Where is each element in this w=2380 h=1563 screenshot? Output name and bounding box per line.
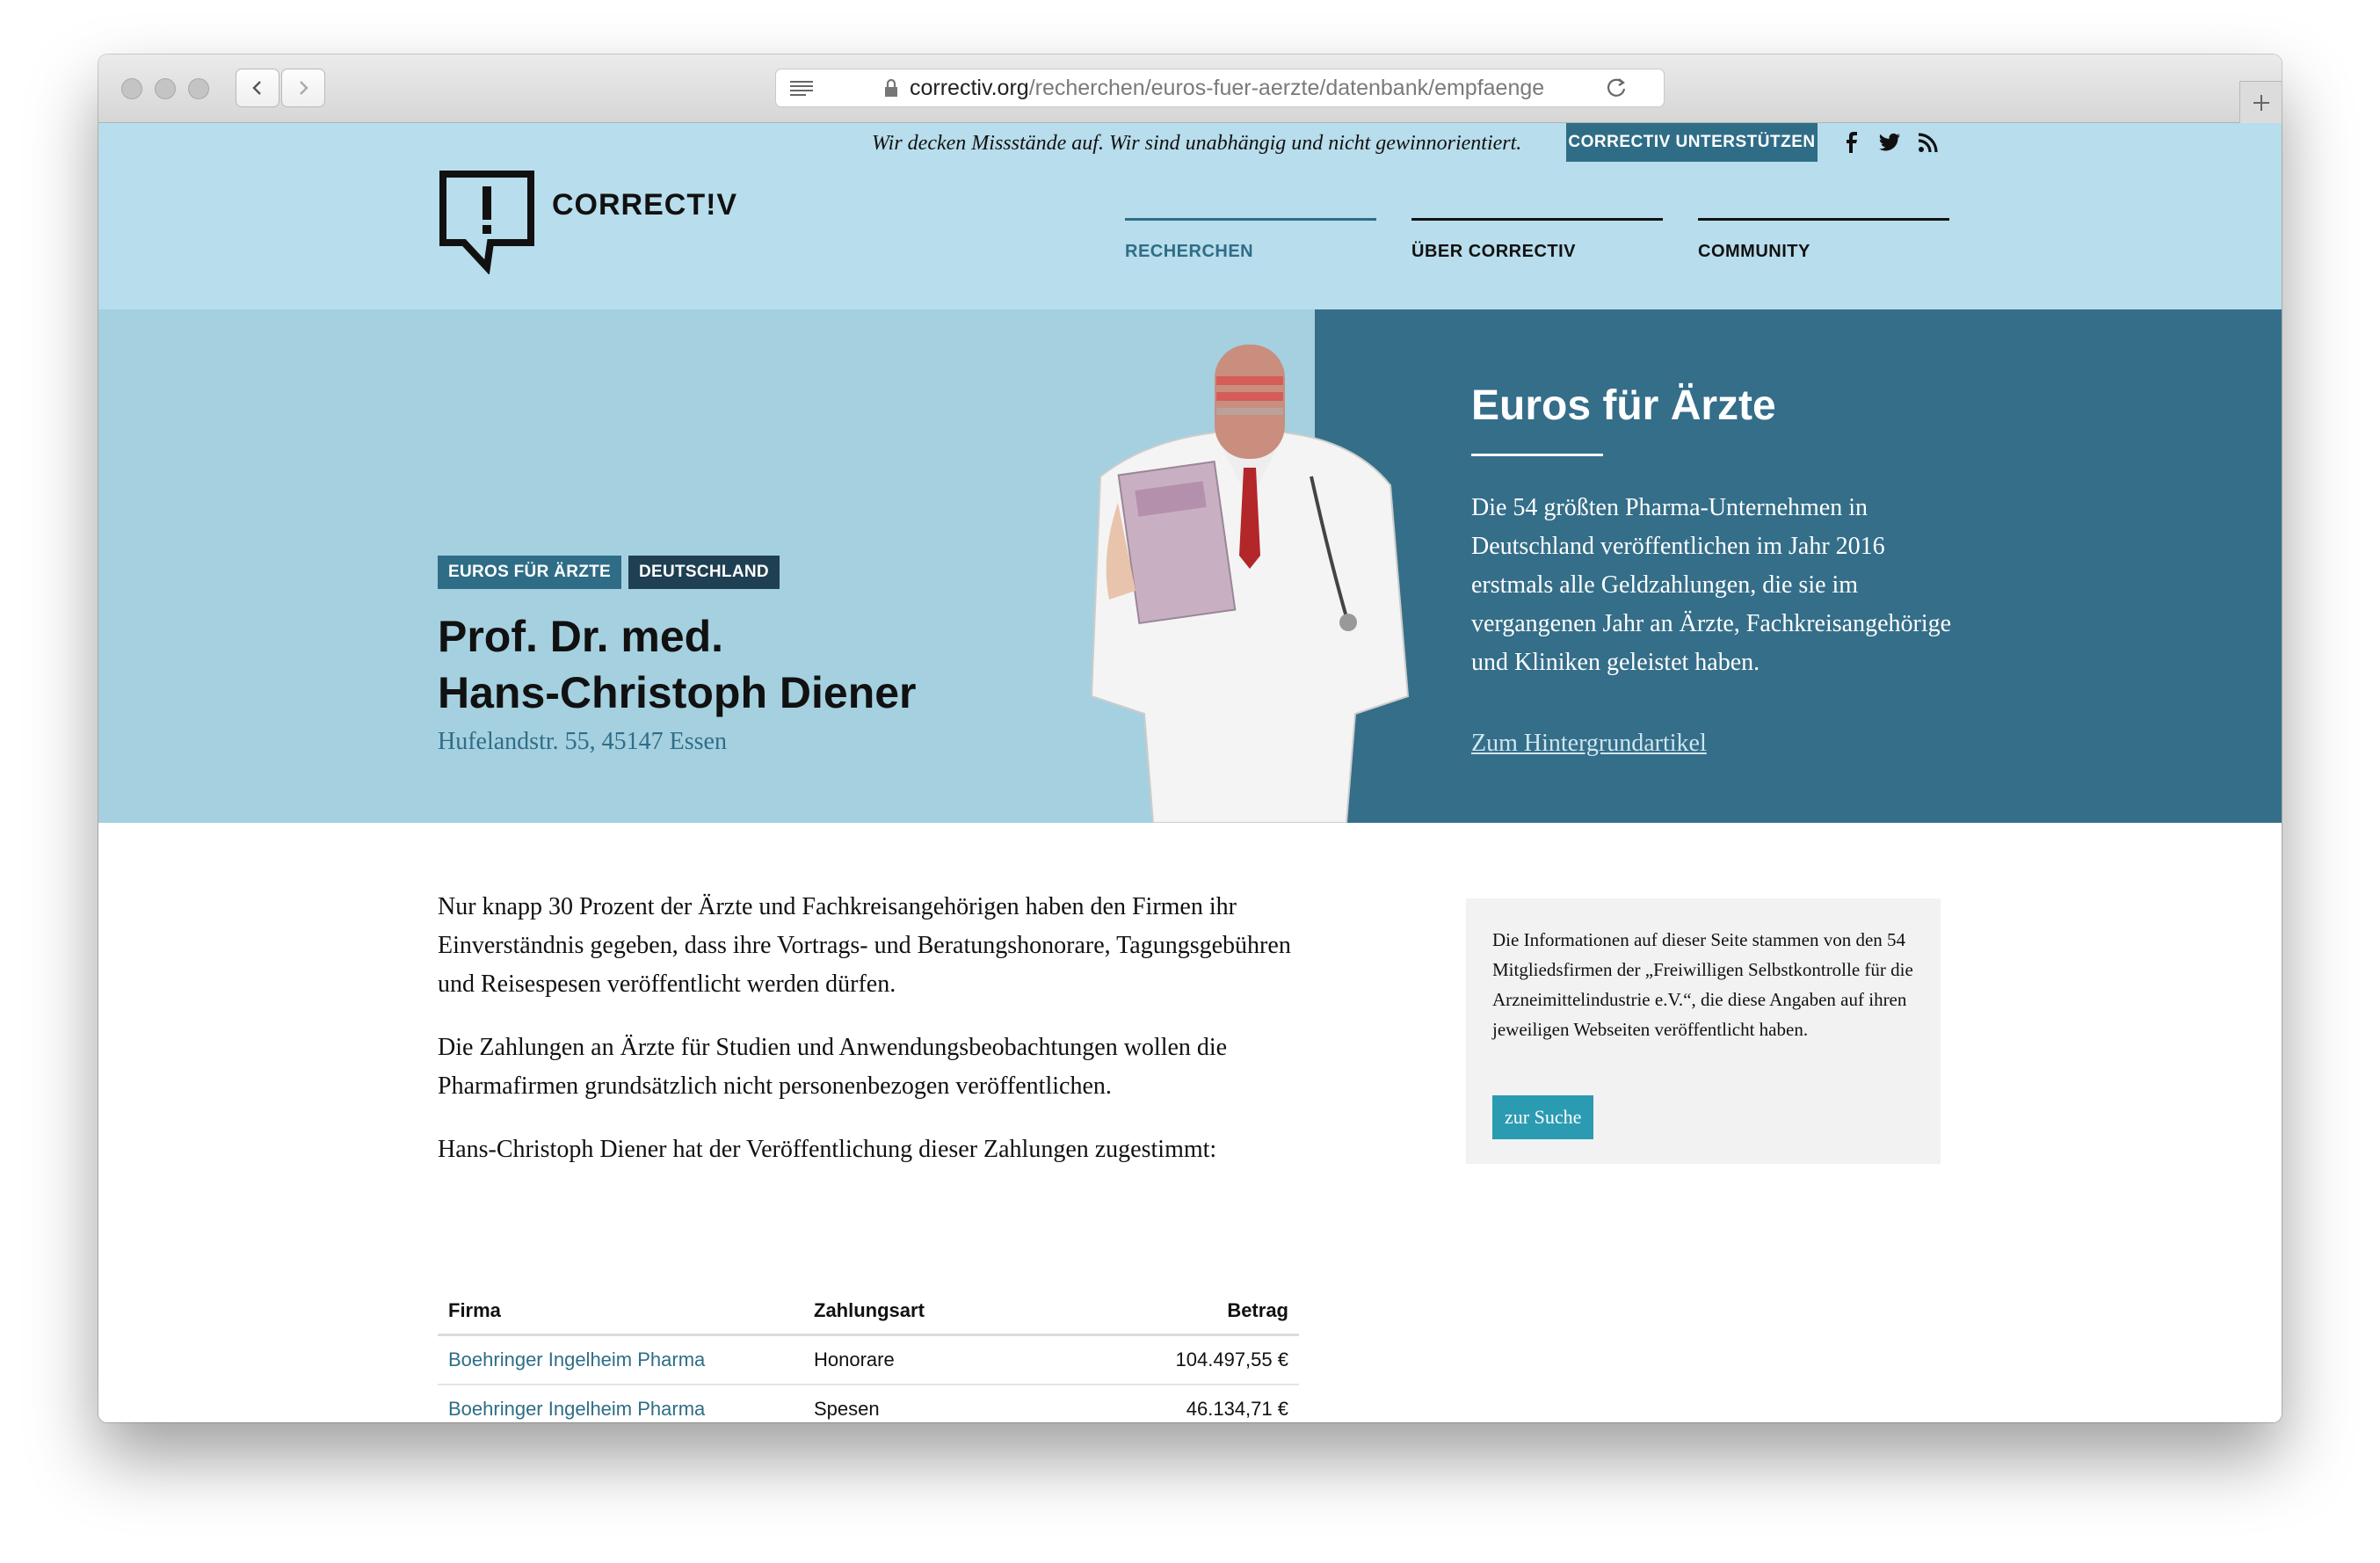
- twitter-icon[interactable]: [1877, 130, 1902, 155]
- hero-section: EUROS FÜR ÄRZTE DEUTSCHLAND Prof. Dr. me…: [98, 309, 2282, 823]
- plus-icon: [2253, 94, 2269, 111]
- zahlungsart-cell: Spesen: [814, 1398, 880, 1420]
- tag-euros-fuer-aerzte[interactable]: EUROS FÜR ÄRZTE: [438, 556, 621, 589]
- firma-link[interactable]: Boehringer Ingelheim Pharma: [448, 1398, 814, 1421]
- header-zahlungsart: Zahlungsart: [814, 1298, 925, 1321]
- nav-recherchen[interactable]: RECHERCHEN: [1125, 218, 1376, 262]
- info-box: Die Informationen auf dieser Seite stamm…: [1466, 898, 1941, 1164]
- url-path: /recherchen/euros-fuer-aerzte/datenbank/…: [1028, 75, 1545, 100]
- zoom-window-button[interactable]: [188, 78, 209, 99]
- reload-icon[interactable]: [1604, 76, 1629, 100]
- zahlungsart-cell: Honorare: [814, 1349, 895, 1370]
- table-header-row: Firma Zahlungsart Betrag: [438, 1287, 1299, 1336]
- paragraph-3: Hans-Christoph Diener hat der Veröffentl…: [438, 1136, 1217, 1163]
- info-box-text: Die Informationen auf dieser Seite stamm…: [1492, 929, 1913, 1040]
- table-row: Boehringer Ingelheim Pharma Honorare 104…: [438, 1336, 1299, 1385]
- url-text: correctiv.org/recherchen/euros-fuer-aerz…: [910, 76, 1578, 101]
- firma-link[interactable]: Boehringer Ingelheim Pharma: [448, 1349, 814, 1371]
- tag-deutschland[interactable]: DEUTSCHLAND: [628, 556, 780, 589]
- topic-tags: EUROS FÜR ÄRZTE DEUTSCHLAND: [438, 556, 780, 589]
- web-page: Wir decken Missstände auf. Wir sind unab…: [98, 123, 2282, 1422]
- table-row: Boehringer Ingelheim Pharma Spesen 46.13…: [438, 1385, 1299, 1422]
- minimize-window-button[interactable]: [155, 78, 176, 99]
- back-button[interactable]: [236, 69, 279, 107]
- forward-button[interactable]: [281, 69, 325, 107]
- betrag-cell: 46.134,71 €: [1186, 1398, 1288, 1420]
- paragraph-1: Nur knapp 30 Prozent der Ärzte und Fachk…: [438, 893, 1291, 998]
- tagline: Wir decken Missstände auf. Wir sind unab…: [872, 132, 1522, 155]
- hero-description: Die 54 größten Pharma-Unternehmen in Deu…: [1471, 494, 1952, 676]
- recipient-address: Hufelandstr. 55, 45147 Essen: [438, 728, 727, 755]
- search-button[interactable]: zur Suche: [1492, 1095, 1594, 1139]
- site-header: Wir decken Missstände auf. Wir sind unab…: [98, 123, 2282, 309]
- article-body: Nur knapp 30 Prozent der Ärzte und Fachk…: [438, 888, 1299, 1194]
- chevron-right-icon: [300, 81, 308, 95]
- lock-icon: [885, 78, 897, 97]
- address-bar[interactable]: correctiv.org/recherchen/euros-fuer-aerz…: [775, 69, 1665, 107]
- close-window-button[interactable]: [121, 78, 142, 99]
- paragraph-2: Die Zahlungen an Ärzte für Studien und A…: [438, 1034, 1228, 1100]
- hero-divider: [1471, 454, 1603, 456]
- browser-toolbar: correctiv.org/recherchen/euros-fuer-aerz…: [98, 55, 2282, 123]
- background-article-link[interactable]: Zum Hintergrundartikel: [1471, 730, 1707, 758]
- logo-speech-bubble-icon: [439, 171, 534, 274]
- correctiv-logo[interactable]: CORRECT!V: [438, 169, 737, 274]
- browser-window: correctiv.org/recherchen/euros-fuer-aerz…: [98, 55, 2282, 1422]
- logo-text: CORRECT!V: [552, 188, 738, 222]
- rss-icon[interactable]: [1916, 130, 1941, 155]
- chevron-left-icon: [252, 81, 261, 95]
- header-betrag: Betrag: [1227, 1298, 1288, 1321]
- reader-icon[interactable]: [788, 78, 815, 98]
- facebook-icon[interactable]: [1839, 130, 1863, 155]
- url-host: correctiv.org: [910, 75, 1029, 100]
- betrag-cell: 104.497,55 €: [1175, 1349, 1288, 1370]
- recipient-name: Prof. Dr. med. Hans-Christoph Diener: [438, 608, 1053, 721]
- new-tab-button[interactable]: [2239, 81, 2282, 123]
- recipient-name-line1: Prof. Dr. med.: [438, 612, 724, 661]
- payments-table: Firma Zahlungsart Betrag Boehringer Inge…: [438, 1287, 1299, 1422]
- hero-title: Euros für Ärzte: [1471, 382, 1776, 429]
- nav-community[interactable]: COMMUNITY: [1698, 218, 1949, 262]
- doctor-illustration: [1090, 345, 1410, 823]
- support-button[interactable]: CORRECTIV UNTERSTÜTZEN: [1566, 123, 1818, 162]
- nav-ueber-correctiv[interactable]: ÜBER CORRECTIV: [1411, 218, 1663, 262]
- recipient-name-line2: Hans-Christoph Diener: [438, 668, 917, 717]
- header-firma: Firma: [448, 1298, 501, 1321]
